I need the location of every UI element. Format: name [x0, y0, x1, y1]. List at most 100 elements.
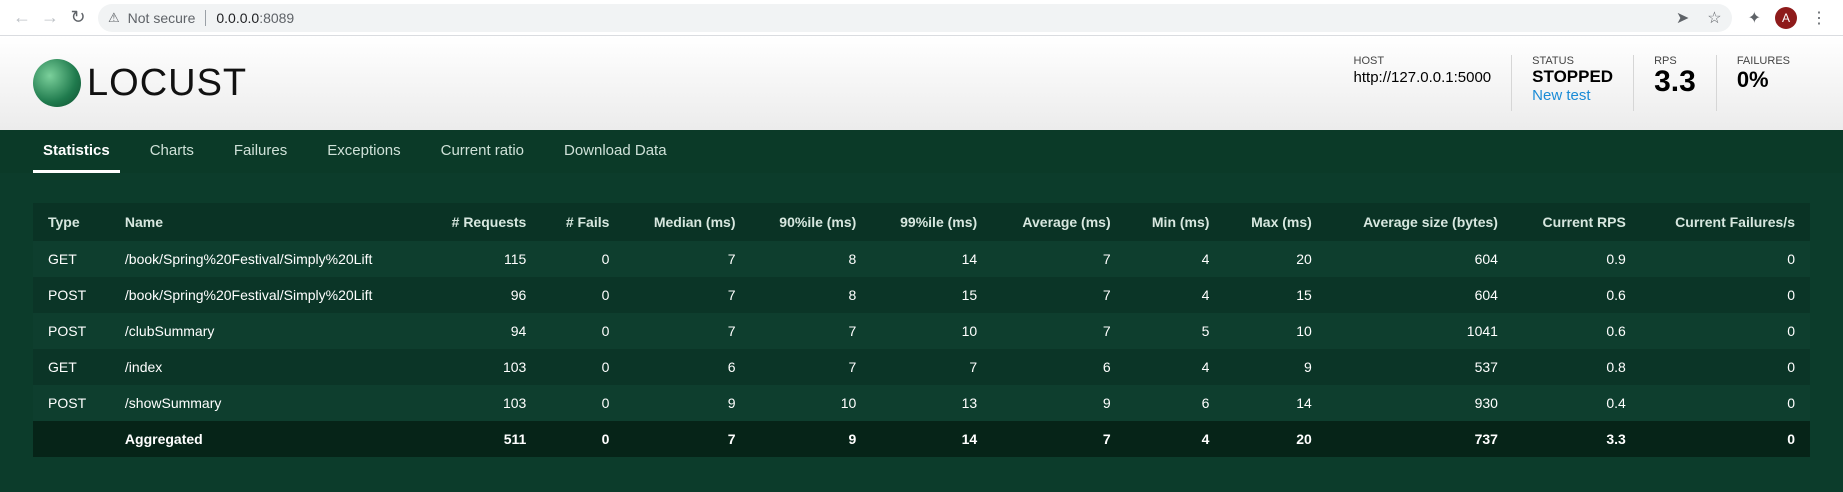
locust-logo[interactable]: LOCUST — [33, 59, 247, 107]
column-header-current-rps[interactable]: Current RPS — [1513, 203, 1641, 241]
column-header-name[interactable]: Name — [110, 203, 423, 241]
table-cell: 7 — [1102, 431, 1111, 447]
table-cell: 0 — [1787, 359, 1795, 375]
table-cell: 1041 — [1466, 323, 1498, 339]
table-cell: POST — [48, 395, 87, 411]
table-cell: 0 — [601, 287, 610, 303]
table-cell: 0 — [1787, 251, 1795, 267]
column-header-90ile[interactable]: 90%ile (ms) — [751, 203, 872, 241]
table-header-row: Type Name # Requests # Fails Median (ms)… — [33, 203, 1810, 241]
table-cell: 103 — [502, 395, 527, 411]
profile-avatar[interactable]: A — [1775, 6, 1797, 29]
column-header-requests[interactable]: # Requests — [423, 203, 541, 241]
table-cell: 0 — [601, 431, 610, 447]
column-header-current-failures[interactable]: Current Failures/s — [1641, 203, 1810, 241]
host-value: http://127.0.0.1:5000 — [1353, 69, 1492, 86]
table-row: GET/book/Spring%20Festival/Simply%20Lift… — [33, 241, 1810, 277]
warning-icon[interactable]: ⚠ — [108, 10, 120, 26]
app-header: LOCUST HOST http://127.0.0.1:5000 STATUS… — [0, 36, 1843, 130]
table-cell: 8 — [848, 287, 857, 303]
table-cell: 604 — [1474, 287, 1498, 303]
new-test-link[interactable]: New test — [1532, 87, 1613, 104]
address-bar[interactable]: ⚠ Not secure 0.0.0.0:8089 ➤ ☆ — [98, 3, 1732, 32]
table-cell: 7 — [727, 323, 736, 339]
browser-menu-icon[interactable]: ⋮ — [1811, 8, 1827, 28]
column-header-type[interactable]: Type — [33, 203, 110, 241]
table-cell: 4 — [1201, 359, 1210, 375]
table-cell: POST — [48, 287, 87, 303]
table-cell: 0 — [601, 323, 610, 339]
forward-arrow-icon[interactable]: → — [36, 4, 64, 32]
statistics-table: Type Name # Requests # Fails Median (ms)… — [33, 203, 1810, 457]
table-cell: 4 — [1201, 431, 1210, 447]
send-icon[interactable]: ➤ — [1676, 8, 1689, 28]
table-cell: 7 — [969, 359, 978, 375]
table-row: POST/book/Spring%20Festival/Simply%20Lif… — [33, 277, 1810, 313]
column-header-min[interactable]: Min (ms) — [1126, 203, 1225, 241]
table-cell: 14 — [961, 431, 978, 447]
column-header-average[interactable]: Average (ms) — [992, 203, 1125, 241]
table-cell: 3.3 — [1606, 431, 1626, 447]
table-cell: 0.6 — [1606, 323, 1626, 339]
table-cell: /book/Spring%20Festival/Simply%20Lift — [124, 251, 373, 267]
browser-toolbar: ← → ↻ ⚠ Not secure 0.0.0.0:8089 ➤ ☆ ✦ A … — [0, 0, 1843, 36]
table-cell: 7 — [727, 431, 736, 447]
tab-exceptions[interactable]: Exceptions — [317, 130, 410, 173]
table-cell: 7 — [727, 251, 736, 267]
rps-box: RPS 3.3 — [1633, 55, 1716, 111]
table-cell: /index — [124, 359, 163, 375]
tab-statistics[interactable]: Statistics — [33, 130, 120, 173]
table-row: GET/index 103 0 6 7 7 6 4 9 537 0.8 0 — [33, 349, 1810, 385]
extensions-puzzle-icon[interactable]: ✦ — [1748, 8, 1761, 28]
table-cell: 604 — [1474, 251, 1498, 267]
tab-download-data[interactable]: Download Data — [554, 130, 677, 173]
status-value: STOPPED — [1532, 67, 1614, 86]
column-header-99ile[interactable]: 99%ile (ms) — [871, 203, 992, 241]
table-cell: 0 — [1787, 323, 1795, 339]
table-cell: 0 — [1787, 395, 1795, 411]
table-cell: 8 — [848, 251, 857, 267]
table-cell: 0 — [1787, 287, 1795, 303]
table-cell: 20 — [1296, 251, 1312, 267]
table-cell: 10 — [840, 395, 857, 411]
table-cell: 0.9 — [1606, 251, 1626, 267]
table-cell: Aggregated — [124, 431, 203, 447]
table-cell: 96 — [510, 287, 527, 303]
url-text[interactable]: 0.0.0.0:8089 — [216, 10, 294, 26]
tab-charts[interactable]: Charts — [140, 130, 204, 173]
back-arrow-icon[interactable]: ← — [8, 4, 36, 32]
column-header-median[interactable]: Median (ms) — [624, 203, 750, 241]
table-cell: /clubSummary — [124, 323, 215, 339]
divider — [205, 9, 207, 26]
table-cell: 15 — [961, 287, 978, 303]
table-cell: 7 — [848, 359, 857, 375]
failures-value: 0% — [1736, 67, 1769, 92]
table-cell: 5 — [1201, 323, 1210, 339]
table-cell: 0 — [601, 359, 610, 375]
column-header-fails[interactable]: # Fails — [541, 203, 624, 241]
table-cell: 6 — [1102, 359, 1111, 375]
reload-icon[interactable]: ↻ — [64, 4, 92, 32]
table-cell: 537 — [1474, 359, 1498, 375]
status-box: STATUS STOPPED New test — [1511, 55, 1633, 111]
table-cell: 0 — [1787, 431, 1795, 447]
security-label: Not secure — [127, 9, 196, 26]
table-cell: 7 — [848, 323, 857, 339]
column-header-avg-size[interactable]: Average size (bytes) — [1327, 203, 1513, 241]
table-cell: 15 — [1296, 287, 1312, 303]
status-label: STATUS — [1532, 55, 1574, 67]
statistics-panel: Type Name # Requests # Fails Median (ms)… — [0, 173, 1843, 457]
table-cell: 13 — [961, 395, 978, 411]
table-cell: 14 — [1296, 395, 1312, 411]
table-cell: 6 — [1201, 395, 1210, 411]
table-cell: 4 — [1201, 251, 1210, 267]
table-cell: 7 — [1102, 287, 1111, 303]
tab-current-ratio[interactable]: Current ratio — [431, 130, 534, 173]
tab-bar: Statistics Charts Failures Exceptions Cu… — [0, 130, 1843, 173]
table-cell: GET — [48, 359, 77, 375]
tab-failures[interactable]: Failures — [224, 130, 297, 173]
column-header-max[interactable]: Max (ms) — [1224, 203, 1326, 241]
bookmark-star-icon[interactable]: ☆ — [1707, 8, 1721, 28]
rps-value: 3.3 — [1654, 65, 1696, 98]
table-cell: /showSummary — [124, 395, 222, 411]
